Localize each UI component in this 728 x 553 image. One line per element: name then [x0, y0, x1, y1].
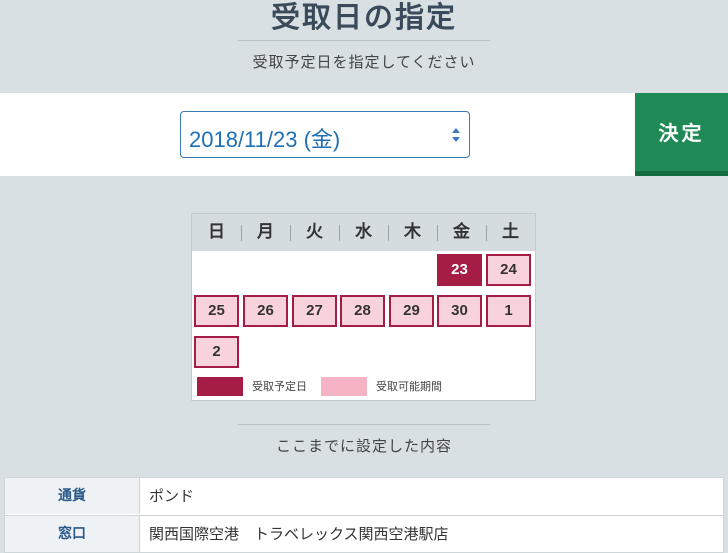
table-row: 窓口 関西国際空港 トラベレックス関西空港駅店 [5, 516, 723, 552]
date-select[interactable]: 2018/11/23 (金) [180, 111, 470, 158]
row-value-currency: ポンド [149, 487, 195, 505]
page-title: 受取日の指定 [270, 0, 457, 34]
legend-label-selected: 受取予定日 [252, 380, 307, 393]
legend-swatch-selected [197, 377, 243, 396]
row-value-counter: 関西国際空港 トラベレックス関西空港駅店 [149, 525, 449, 543]
weekday-sat: 土 [502, 222, 519, 242]
calendar-day[interactable]: 30 [437, 295, 482, 327]
calendar-day[interactable]: 28 [340, 295, 385, 327]
legend-swatch-available [321, 377, 367, 396]
weekday-sun: 日 [208, 222, 225, 242]
legend-label-available: 受取可能期間 [376, 380, 442, 393]
summary-title: ここまでに設定した内容 [275, 437, 452, 455]
date-select-value: 2018/11/23 (金) [189, 127, 341, 152]
select-arrows-icon [452, 128, 460, 142]
weekday-fri: 金 [453, 222, 470, 242]
date-picker-bar: 2018/11/23 (金) [0, 93, 635, 176]
page-subtitle: 受取予定日を指定してください [252, 53, 476, 71]
calendar-day[interactable]: 25 [194, 295, 239, 327]
row-label-currency: 通貨 [5, 478, 140, 514]
calendar-day[interactable]: 27 [292, 295, 337, 327]
summary-table: 通貨 ポンド 窓口 関西国際空港 トラベレックス関西空港駅店 [4, 477, 724, 553]
row-label-counter: 窓口 [5, 516, 140, 552]
calendar-day-selected[interactable]: 23 [437, 254, 482, 286]
weekday-tue: 火 [306, 222, 323, 242]
calendar-day[interactable]: 1 [486, 295, 531, 327]
decide-button[interactable]: 決定 [635, 93, 728, 176]
calendar-header: 日 月 火 水 木 金 土 [192, 214, 535, 251]
title-divider [238, 40, 490, 41]
calendar-day[interactable]: 2 [194, 336, 239, 368]
calendar-day[interactable]: 26 [243, 295, 288, 327]
calendar-day[interactable]: 29 [389, 295, 434, 327]
table-row: 通貨 ポンド [5, 478, 723, 514]
weekday-wed: 水 [355, 222, 372, 242]
weekday-thu: 木 [404, 222, 421, 242]
calendar-day[interactable]: 24 [486, 254, 531, 286]
calendar: 日 月 火 水 木 金 土 23 24 25 26 27 28 29 30 1 … [191, 213, 536, 401]
summary-divider [238, 424, 490, 425]
weekday-mon: 月 [257, 222, 274, 242]
